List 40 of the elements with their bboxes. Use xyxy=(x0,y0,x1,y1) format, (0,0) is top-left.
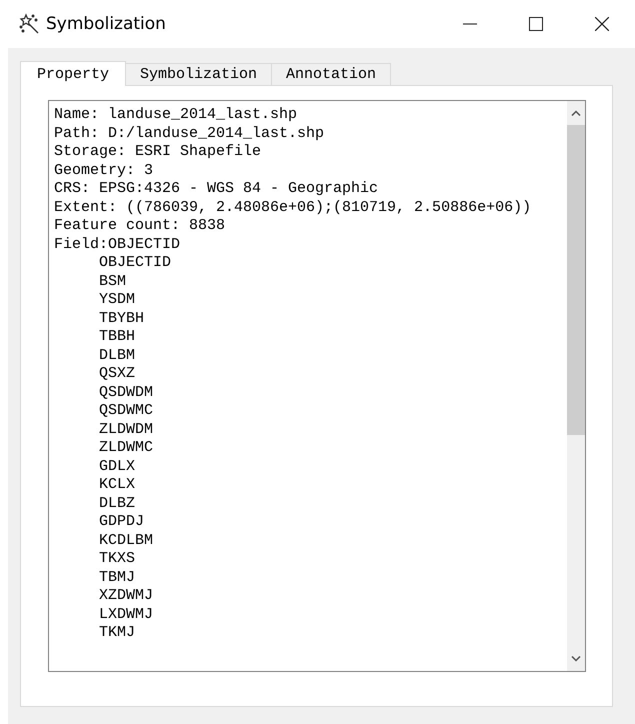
field-name: QSDWDM xyxy=(98,384,154,402)
scrollbar-thumb[interactable] xyxy=(567,125,585,435)
field-name: TBYBH xyxy=(98,310,144,328)
minimize-icon xyxy=(463,23,477,25)
scroll-up-icon[interactable] xyxy=(571,110,581,116)
field-name: YSDM xyxy=(98,291,136,310)
tab[interactable]: Property xyxy=(20,61,126,86)
field-name: GDLX xyxy=(98,458,136,476)
field-name: TBBH xyxy=(98,328,136,346)
field-name: GDPDJ xyxy=(98,513,144,532)
field-name: DLBZ xyxy=(98,494,136,513)
field-name: DLBM xyxy=(98,346,136,365)
close-icon xyxy=(595,17,609,31)
field-name: KCDLBM xyxy=(98,532,154,550)
tab[interactable]: Annotation xyxy=(271,63,392,85)
property-line: Geometry: 3 xyxy=(54,162,154,180)
field-name: TBMJ xyxy=(98,568,136,587)
field-name: BSM xyxy=(98,272,126,291)
field-name: TKMJ xyxy=(98,624,136,642)
property-line: Extent: ((786039, 2.48086e+06);(810719, 2.50886e+06)) xyxy=(54,198,532,217)
vertical-scrollbar[interactable] xyxy=(567,101,585,671)
property-line: CRS: EPSG:4326 - WGS 84 - Geographic xyxy=(54,180,378,198)
property-line: Name: landuse_2014_last.shp xyxy=(54,106,298,124)
field-name: QSDWMC xyxy=(98,402,154,420)
field-name: ZLDWMC xyxy=(98,439,154,458)
field-name: OBJECTID xyxy=(98,254,172,272)
magic-wand-icon xyxy=(18,13,40,35)
field-name: LXDWMJ xyxy=(98,606,154,624)
field-name: QSXZ xyxy=(98,365,136,384)
field-name: TKXS xyxy=(98,550,136,568)
field-name: XZDWMJ xyxy=(98,587,154,606)
scroll-down-icon[interactable] xyxy=(571,656,581,662)
field-name: ZLDWDM xyxy=(98,420,154,439)
window-title: Symbolization xyxy=(46,14,166,34)
maximize-icon xyxy=(529,17,543,31)
property-line: Feature count: 8838 xyxy=(54,217,226,236)
property-line: Field:OBJECTID xyxy=(54,236,180,254)
field-name: KCLX xyxy=(98,476,136,494)
property-line: Path: D:/landuse_2014_last.shp xyxy=(54,124,324,143)
property-line: Storage: ESRI Shapefile xyxy=(54,143,262,162)
